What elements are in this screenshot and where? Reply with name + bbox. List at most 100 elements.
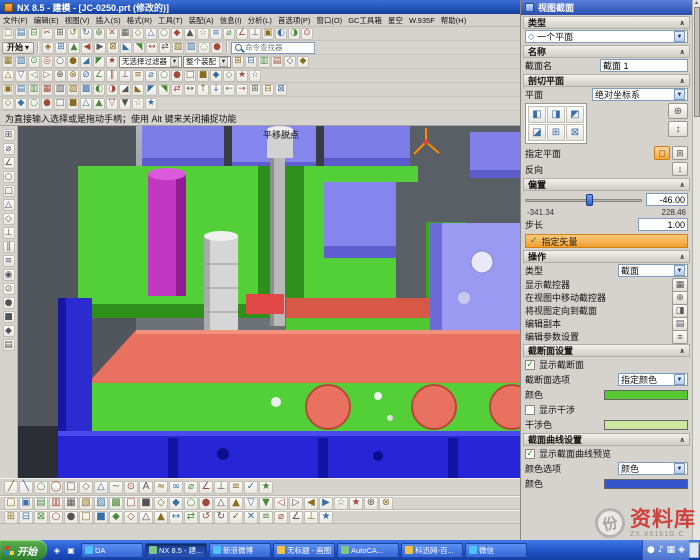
toolbar-icon[interactable]: ◆ (171, 28, 183, 40)
toolbar-icon[interactable]: ⊟ (262, 84, 274, 96)
toolbar-icon[interactable]: ◇ (3, 213, 15, 225)
operation-row-button[interactable]: ▤ (672, 317, 688, 331)
toolbar-icon[interactable]: ▽ (15, 70, 27, 82)
toolbar-icon[interactable]: ▲ (68, 42, 80, 54)
toolbar-icon[interactable]: ◇ (124, 511, 138, 524)
menu-item[interactable]: 编辑(E) (31, 15, 62, 26)
command-finder-input[interactable]: 命令查找器 (231, 42, 315, 54)
section-header-offset[interactable]: 偏置 ∧ (523, 178, 690, 191)
toolbar-icon[interactable]: ◑ (288, 28, 300, 40)
toolbar-icon[interactable]: ↺ (67, 28, 79, 40)
toolbar-icon[interactable]: ◢ (119, 84, 131, 96)
reverse-plane-button[interactable]: ↕ (668, 121, 688, 137)
taskbar-item[interactable]: AutoCA... (337, 543, 399, 558)
toolbar-icon[interactable]: ◆ (210, 70, 222, 82)
toolbar-icon[interactable]: ◇ (284, 56, 296, 68)
cap-option-dropdown[interactable]: 指定颜色 ▼ (618, 373, 688, 386)
toolbar-icon[interactable]: ○ (158, 28, 170, 40)
scrollbar-thumb[interactable] (694, 7, 700, 117)
toolbar-icon[interactable]: ▲ (93, 98, 105, 110)
toolbar-icon[interactable]: △ (94, 481, 108, 494)
toolbar-icon[interactable]: ⌀ (145, 70, 157, 82)
selection-scope-dropdown[interactable]: 整个装配 ▼ (183, 56, 231, 68)
toolbar-icon[interactable]: ⊕ (54, 70, 66, 82)
toolbar-icon[interactable]: ▤ (15, 28, 27, 40)
toolbar-icon[interactable]: ▢ (4, 497, 18, 510)
toolbar-icon[interactable]: ⊙ (124, 481, 138, 494)
offset-slider[interactable] (525, 194, 642, 206)
toolbar-icon[interactable]: ○ (34, 481, 48, 494)
plane-csys-dropdown[interactable]: 绝对坐标系 ▼ (592, 88, 688, 101)
step-input[interactable] (638, 218, 688, 231)
toolbar-icon[interactable]: ≡ (132, 70, 144, 82)
start-menu-button[interactable]: 开始 ▾ (2, 42, 34, 54)
toolbar-icon[interactable]: ⊞ (249, 84, 261, 96)
toolbar-icon[interactable]: ◯ (49, 481, 63, 494)
toolbar-icon[interactable]: ⊥ (214, 481, 228, 494)
toolbar-icon[interactable]: ▼ (119, 98, 131, 110)
toolbar-icon[interactable]: ◀ (81, 42, 93, 54)
taskbar-item[interactable]: NX 8.5 - 建... (145, 543, 207, 558)
curve-color-option-dropdown[interactable]: 颜色 ▼ (618, 462, 688, 475)
tray-icon[interactable]: ▦ (667, 545, 676, 555)
toolbar-icon[interactable]: ▨ (185, 42, 197, 54)
toolbar-icon[interactable]: ≡ (259, 511, 273, 524)
operation-row-button[interactable]: ⊕ (672, 291, 688, 305)
toolbar-icon[interactable]: △ (214, 497, 228, 510)
menu-item[interactable]: 插入(S) (93, 15, 124, 26)
toolbar-icon[interactable]: ▤ (15, 84, 27, 96)
toolbar-icon[interactable]: ◐ (275, 28, 287, 40)
toolbar-icon[interactable]: ⇄ (159, 42, 171, 54)
specify-vector-row[interactable]: ✓ 指定矢量 (525, 234, 688, 248)
toolbar-icon[interactable]: ■ (94, 511, 108, 524)
toolbar-icon[interactable]: ◐ (93, 84, 105, 96)
toolbar-icon[interactable]: ★ (236, 70, 248, 82)
toolbar-icon[interactable]: ▲ (154, 511, 168, 524)
toolbar-icon[interactable]: ✓ (229, 511, 243, 524)
toolbar-icon[interactable]: ◆ (3, 325, 15, 337)
toolbar-icon[interactable]: ↔ (146, 42, 158, 54)
section-header-plane[interactable]: 剖切平面 ∧ (523, 74, 690, 87)
cap-color-swatch[interactable] (604, 390, 688, 400)
reverse-direction-button[interactable]: ↕ (672, 162, 688, 176)
toolbar-icon[interactable]: ▤ (271, 56, 283, 68)
plane-orientation-button[interactable]: ⊠ (566, 124, 584, 141)
toolbar-icon[interactable]: ◤ (145, 84, 157, 96)
toolbar-icon[interactable]: ← (223, 84, 235, 96)
toolbar-icon[interactable]: ▶ (319, 497, 333, 510)
toolbar-icon[interactable]: ╲ (19, 481, 33, 494)
toolbar-icon[interactable]: ⊥ (119, 70, 131, 82)
toolbar-icon[interactable]: ◁ (274, 497, 288, 510)
toolbar-icon[interactable]: ⊙ (301, 28, 313, 40)
taskbar-item[interactable]: 新浪微博 (209, 543, 271, 558)
toolbar-icon[interactable]: ● (41, 98, 53, 110)
offset-slider-handle[interactable] (586, 194, 593, 206)
plane-orientation-button[interactable]: ◨ (547, 106, 565, 123)
toolbar-icon[interactable]: ◇ (132, 28, 144, 40)
toolbar-icon[interactable]: ≡ (3, 255, 15, 267)
toolbar-icon[interactable]: ∠ (93, 70, 105, 82)
toolbar-icon[interactable]: ▤ (3, 339, 15, 351)
toolbar-icon[interactable]: ∥ (106, 70, 118, 82)
toolbar-icon[interactable]: ○ (49, 511, 63, 524)
interference-color-swatch[interactable] (604, 420, 688, 430)
menu-item[interactable]: W.935F (406, 16, 438, 25)
toolbar-icon[interactable]: ⊥ (249, 28, 261, 40)
menu-item[interactable]: 视图(V) (62, 15, 93, 26)
toolbar-icon[interactable]: ∠ (3, 157, 15, 169)
toolbar-icon[interactable]: ≈ (154, 481, 168, 494)
toolbar-icon[interactable]: ▧ (79, 497, 93, 510)
section-header-cap[interactable]: 截断面设置 ∧ (523, 344, 690, 357)
toolbar-icon[interactable]: ★ (319, 511, 333, 524)
toolbar-icon[interactable]: ▽ (244, 497, 258, 510)
plane-dialog-icon-button[interactable]: ⊞ (672, 146, 688, 160)
toolbar-icon[interactable]: △ (3, 199, 15, 211)
toolbar-icon[interactable]: ▨ (67, 84, 79, 96)
quick-launch-icon[interactable]: ▣ (65, 544, 77, 556)
toolbar-icon[interactable]: ∞ (169, 481, 183, 494)
toolbar-icon[interactable]: ○ (28, 98, 40, 110)
toolbar-icon[interactable]: ↔ (184, 84, 196, 96)
toolbar-icon[interactable]: ▧ (54, 84, 66, 96)
toolbar-icon[interactable]: ▨ (94, 497, 108, 510)
toolbar-icon[interactable]: ⊥ (304, 511, 318, 524)
